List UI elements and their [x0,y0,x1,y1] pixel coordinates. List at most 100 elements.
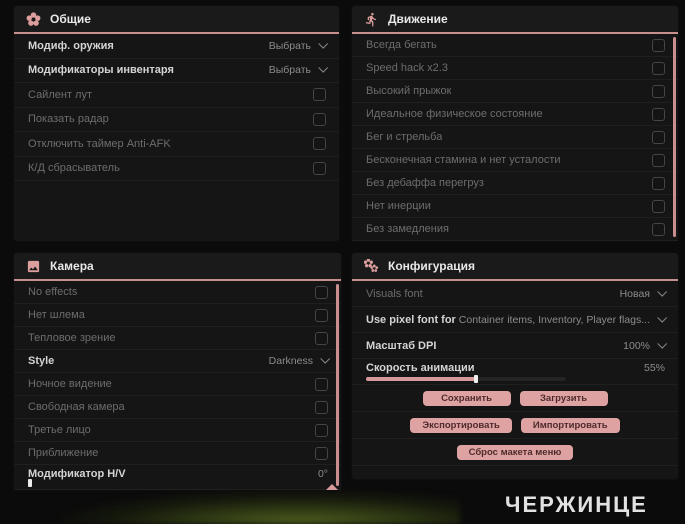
checkbox[interactable] [313,137,326,151]
settings-row[interactable]: Отключить таймер Anti-AFK [14,132,339,157]
load-button[interactable]: Загрузить [519,390,608,406]
row-label: Без дебаффа перегруз [366,177,484,189]
button-row: Экспортировать Импортировать [352,412,678,439]
checkbox[interactable] [315,285,328,299]
settings-row[interactable]: Ночное видение [14,373,341,396]
chevron-down-icon [320,353,331,364]
checkbox[interactable] [315,400,328,414]
checkbox[interactable] [315,331,328,345]
slider-thumb[interactable] [474,375,478,383]
checkbox[interactable] [313,161,326,175]
dropdown[interactable]: Выбрать [269,63,329,76]
settings-row[interactable]: Приближение [14,442,341,465]
row-label: Без замедления [366,223,449,235]
settings-row[interactable]: Бег и стрельба [352,126,678,149]
slider-track[interactable] [366,375,566,383]
settings-row[interactable]: Тепловое зрение [14,327,341,350]
row-label: Сайлент лут [28,88,92,101]
slider-fill [366,377,476,381]
row-label: Модификатор H/V [28,468,126,480]
panel-config-header[interactable]: Конфигурация [352,253,678,281]
dropdown[interactable]: Darkness [269,353,331,367]
chevron-down-icon [657,338,668,349]
row-label: Бег и стрельба [366,131,443,143]
checkbox[interactable] [652,222,665,236]
row-label: Use pixel font for [366,313,456,326]
row-label: No effects [28,286,78,298]
slider-thumb[interactable] [28,479,32,487]
dropdown[interactable]: Выбрать [269,38,329,52]
checkbox[interactable] [652,61,665,75]
checkbox[interactable] [652,176,665,190]
button-row: Сброс макета меню [352,439,678,466]
settings-row[interactable]: Без дебаффа перегруз [352,172,678,195]
watermark-text: ЧЕРЖИНЦЕ [505,492,648,517]
scrollbar[interactable] [673,37,676,237]
panel-movement-header[interactable]: Движение [352,6,678,34]
row-label: Свободная камера [28,401,125,413]
settings-row[interactable]: Модификатор H/V 0° [14,465,341,490]
scrollbar[interactable] [336,284,339,486]
settings-row[interactable]: Нет инерции [352,195,678,218]
slider-track[interactable] [28,479,300,487]
settings-row[interactable]: Speed hack x2.3 [352,57,678,80]
checkbox[interactable] [652,130,665,144]
row-label: Третье лицо [28,424,91,436]
dropdown[interactable]: Новая [619,286,668,300]
settings-row[interactable]: Без замедления [352,218,678,241]
settings-row[interactable]: Модификаторы инвентаря Выбрать [14,59,339,83]
checkbox[interactable] [313,112,326,126]
dropdown-value: Новая [619,287,650,300]
checkbox[interactable] [315,308,328,322]
settings-row[interactable]: Свободная камера [14,396,341,419]
checkbox[interactable] [313,88,326,102]
row-label: Бесконечная стамина и нет усталости [366,154,561,166]
settings-row[interactable]: Третье лицо [14,419,341,442]
settings-row[interactable]: No effects [14,281,341,304]
settings-row[interactable]: Идеальное физическое состояние [352,103,678,126]
button-row: Сохранить Загрузить [352,385,678,412]
import-button[interactable]: Импортировать [520,417,620,433]
settings-row[interactable]: Style Darkness [14,350,341,373]
panel-general-header[interactable]: Общие [14,6,339,34]
settings-row[interactable]: К/Д сбрасыватель [14,157,339,181]
dropdown[interactable]: Container items, Inventory, Player flags… [458,312,668,326]
row-label: Тепловое зрение [28,332,116,344]
dropdown-value: 100% [623,339,650,352]
chevron-down-icon [657,286,668,297]
settings-row[interactable]: Высокий прыжок [352,80,678,103]
checkbox[interactable] [315,377,328,391]
row-label: Идеальное физическое состояние [366,108,543,120]
settings-row[interactable]: Сайлент лут [14,83,339,108]
checkbox[interactable] [652,84,665,98]
export-button[interactable]: Экспортировать [410,417,512,433]
settings-row[interactable]: Бесконечная стамина и нет усталости [352,149,678,172]
settings-row[interactable]: Масштаб DPI 100% [352,333,678,359]
settings-row[interactable]: Показать радар [14,108,339,132]
panel-title: Камера [50,259,94,273]
reset-layout-button[interactable]: Сброс макета меню [456,444,574,460]
checkbox[interactable] [652,153,665,167]
dropdown[interactable]: 100% [623,338,668,352]
save-button[interactable]: Сохранить [422,390,511,406]
settings-row[interactable]: Visuals font Новая [352,281,678,307]
checkbox[interactable] [315,446,328,460]
chevron-down-icon [657,312,668,323]
settings-row[interactable]: Скорость анимации 55% [352,359,678,385]
row-label: Модиф. оружия [28,39,114,52]
checkbox[interactable] [652,199,665,213]
panel-camera-header[interactable]: Камера [14,253,341,281]
panel-title: Движение [388,12,448,26]
checkbox[interactable] [315,423,328,437]
settings-row[interactable]: Нет шлема [14,304,341,327]
settings-row[interactable]: Всегда бегать [352,34,678,57]
resize-handle[interactable] [326,484,338,490]
row-label: Visuals font [366,287,423,300]
panel-config: Конфигурация Visuals font Новая Use pixel … [352,253,678,479]
game-background-glow [60,490,460,524]
settings-row[interactable]: Use pixel font for Container items, Inven… [352,307,678,333]
checkbox[interactable] [652,38,665,52]
dropdown-value: Container items, Inventory, Player flags… [458,313,650,326]
settings-row[interactable]: Модиф. оружия Выбрать [14,34,339,59]
checkbox[interactable] [652,107,665,121]
